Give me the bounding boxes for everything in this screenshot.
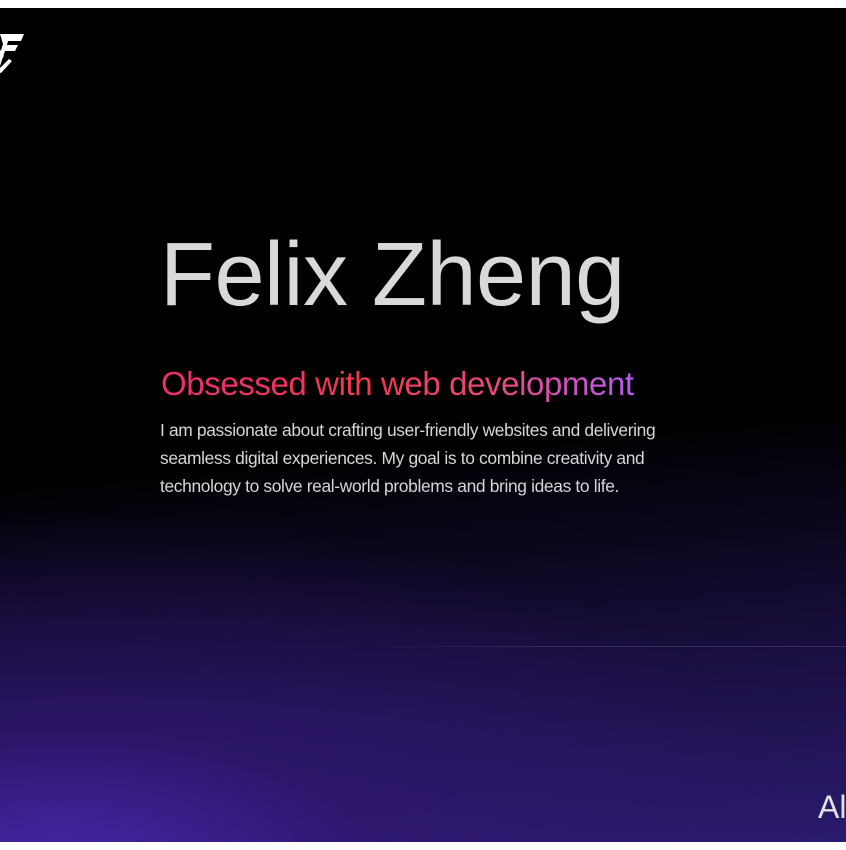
hero-content: Felix Zheng Obsessed with web developmen… <box>160 220 700 500</box>
hero-section: Felix Zheng Obsessed with web developmen… <box>0 8 846 842</box>
f-monogram-icon <box>0 34 24 73</box>
hero-tagline: Obsessed with web development <box>161 365 634 402</box>
site-logo[interactable] <box>0 22 28 74</box>
hero-name: Felix Zheng <box>160 225 625 325</box>
nav-link-partial[interactable]: Al <box>818 788 846 826</box>
section-divider <box>360 646 846 647</box>
hero-bio: I am passionate about crafting user-frie… <box>160 420 656 496</box>
